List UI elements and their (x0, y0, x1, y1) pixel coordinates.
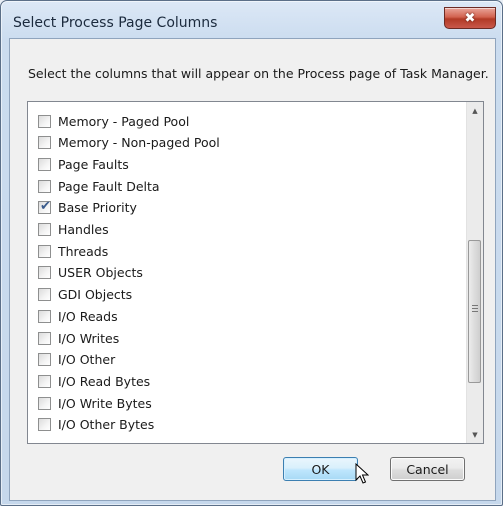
vertical-scrollbar[interactable]: ▲ ▼ (466, 102, 483, 443)
checkbox[interactable]: ✔ (38, 288, 51, 302)
list-item-label: I/O Writes (58, 330, 120, 346)
checkbox[interactable]: ✔ (38, 353, 51, 367)
checkbox[interactable]: ✔ (38, 136, 51, 150)
checkbox[interactable]: ✔ (38, 266, 51, 280)
list-item[interactable]: ✔ I/O Other (38, 350, 115, 370)
list-item[interactable]: ✔ USER Objects (38, 263, 143, 283)
list-item[interactable]: ✔ Handles (38, 220, 109, 240)
list-item-label: Threads (58, 243, 109, 259)
list-item[interactable]: ✔ Memory - Paged Pool (38, 111, 189, 131)
checkbox[interactable]: ✔ (38, 309, 51, 323)
checkbox[interactable]: ✔ (38, 418, 51, 432)
list-item-label: I/O Read Bytes (58, 373, 151, 389)
columns-list-items: ✔ Memory - Paged Pool ✔ Memory - Non-paged … (28, 102, 466, 443)
checkbox[interactable]: ✔ (38, 199, 51, 215)
ok-button[interactable]: OK (283, 457, 358, 481)
list-item-label: Handles (58, 222, 109, 237)
list-item[interactable]: ✔ GDI Objects (38, 285, 132, 305)
checkbox[interactable]: ✔ (38, 244, 51, 258)
columns-list[interactable]: ✔ Memory - Paged Pool ✔ Memory - Non-paged … (27, 101, 484, 444)
list-item[interactable]: ✔ I/O Reads (38, 306, 118, 326)
list-item[interactable]: ✔ Threads (38, 241, 108, 261)
scroll-thumb[interactable] (468, 240, 481, 383)
window-title: Select Process Page Columns (13, 15, 218, 31)
list-item[interactable]: ✔ Base Priority (38, 198, 137, 218)
dialog-window: Select Process Page Columns ✖ Select the… (0, 0, 503, 506)
list-item-label: Base Priority (58, 200, 137, 216)
list-item[interactable]: ✔ Page Faults (38, 154, 129, 174)
list-item[interactable]: ✔ I/O Writes (38, 328, 119, 348)
scroll-down-arrow-icon[interactable]: ▼ (467, 426, 483, 443)
list-item-label: I/O Other Bytes (58, 417, 155, 433)
scroll-up-arrow-icon[interactable]: ▲ (467, 102, 483, 119)
checkbox[interactable]: ✔ (38, 331, 51, 345)
list-item-label: I/O Other (58, 352, 116, 368)
list-item-label: Memory - Paged Pool (58, 113, 190, 129)
list-item-label: I/O Reads (58, 308, 118, 324)
list-item[interactable]: ✔ Page Fault Delta (38, 176, 160, 196)
checkbox[interactable]: ✔ (38, 223, 51, 236)
checkbox[interactable]: ✔ (38, 374, 51, 388)
checkbox[interactable]: ✔ (38, 179, 51, 193)
dialog-client-area: Select the columns that will appear on t… (9, 38, 496, 501)
close-icon: ✖ (464, 10, 476, 26)
list-item-label: Memory - Non-paged Pool (58, 135, 220, 151)
list-item[interactable]: ✔ I/O Other Bytes (38, 415, 154, 435)
checkbox[interactable]: ✔ (38, 396, 51, 410)
list-item-label: USER Objects (58, 265, 143, 281)
cancel-button[interactable]: Cancel (390, 457, 465, 481)
close-button[interactable]: ✖ (444, 7, 496, 29)
list-item-label: Page Fault Delta (58, 178, 160, 194)
list-item[interactable]: ✔ I/O Read Bytes (38, 371, 150, 391)
list-item-label: GDI Objects (58, 287, 133, 303)
instruction-text: Select the columns that will appear on t… (28, 66, 489, 81)
thumb-grip (472, 305, 478, 313)
checkbox[interactable]: ✔ (38, 114, 51, 128)
list-item[interactable]: ✔ Memory - Non-paged Pool (38, 133, 220, 153)
list-item-label: Page Faults (58, 156, 129, 172)
list-item[interactable]: ✔ I/O Write Bytes (38, 393, 152, 413)
checkmark-icon: ✔ (40, 199, 51, 215)
checkbox[interactable]: ✔ (38, 157, 51, 171)
list-item-label: I/O Write Bytes (58, 395, 152, 411)
